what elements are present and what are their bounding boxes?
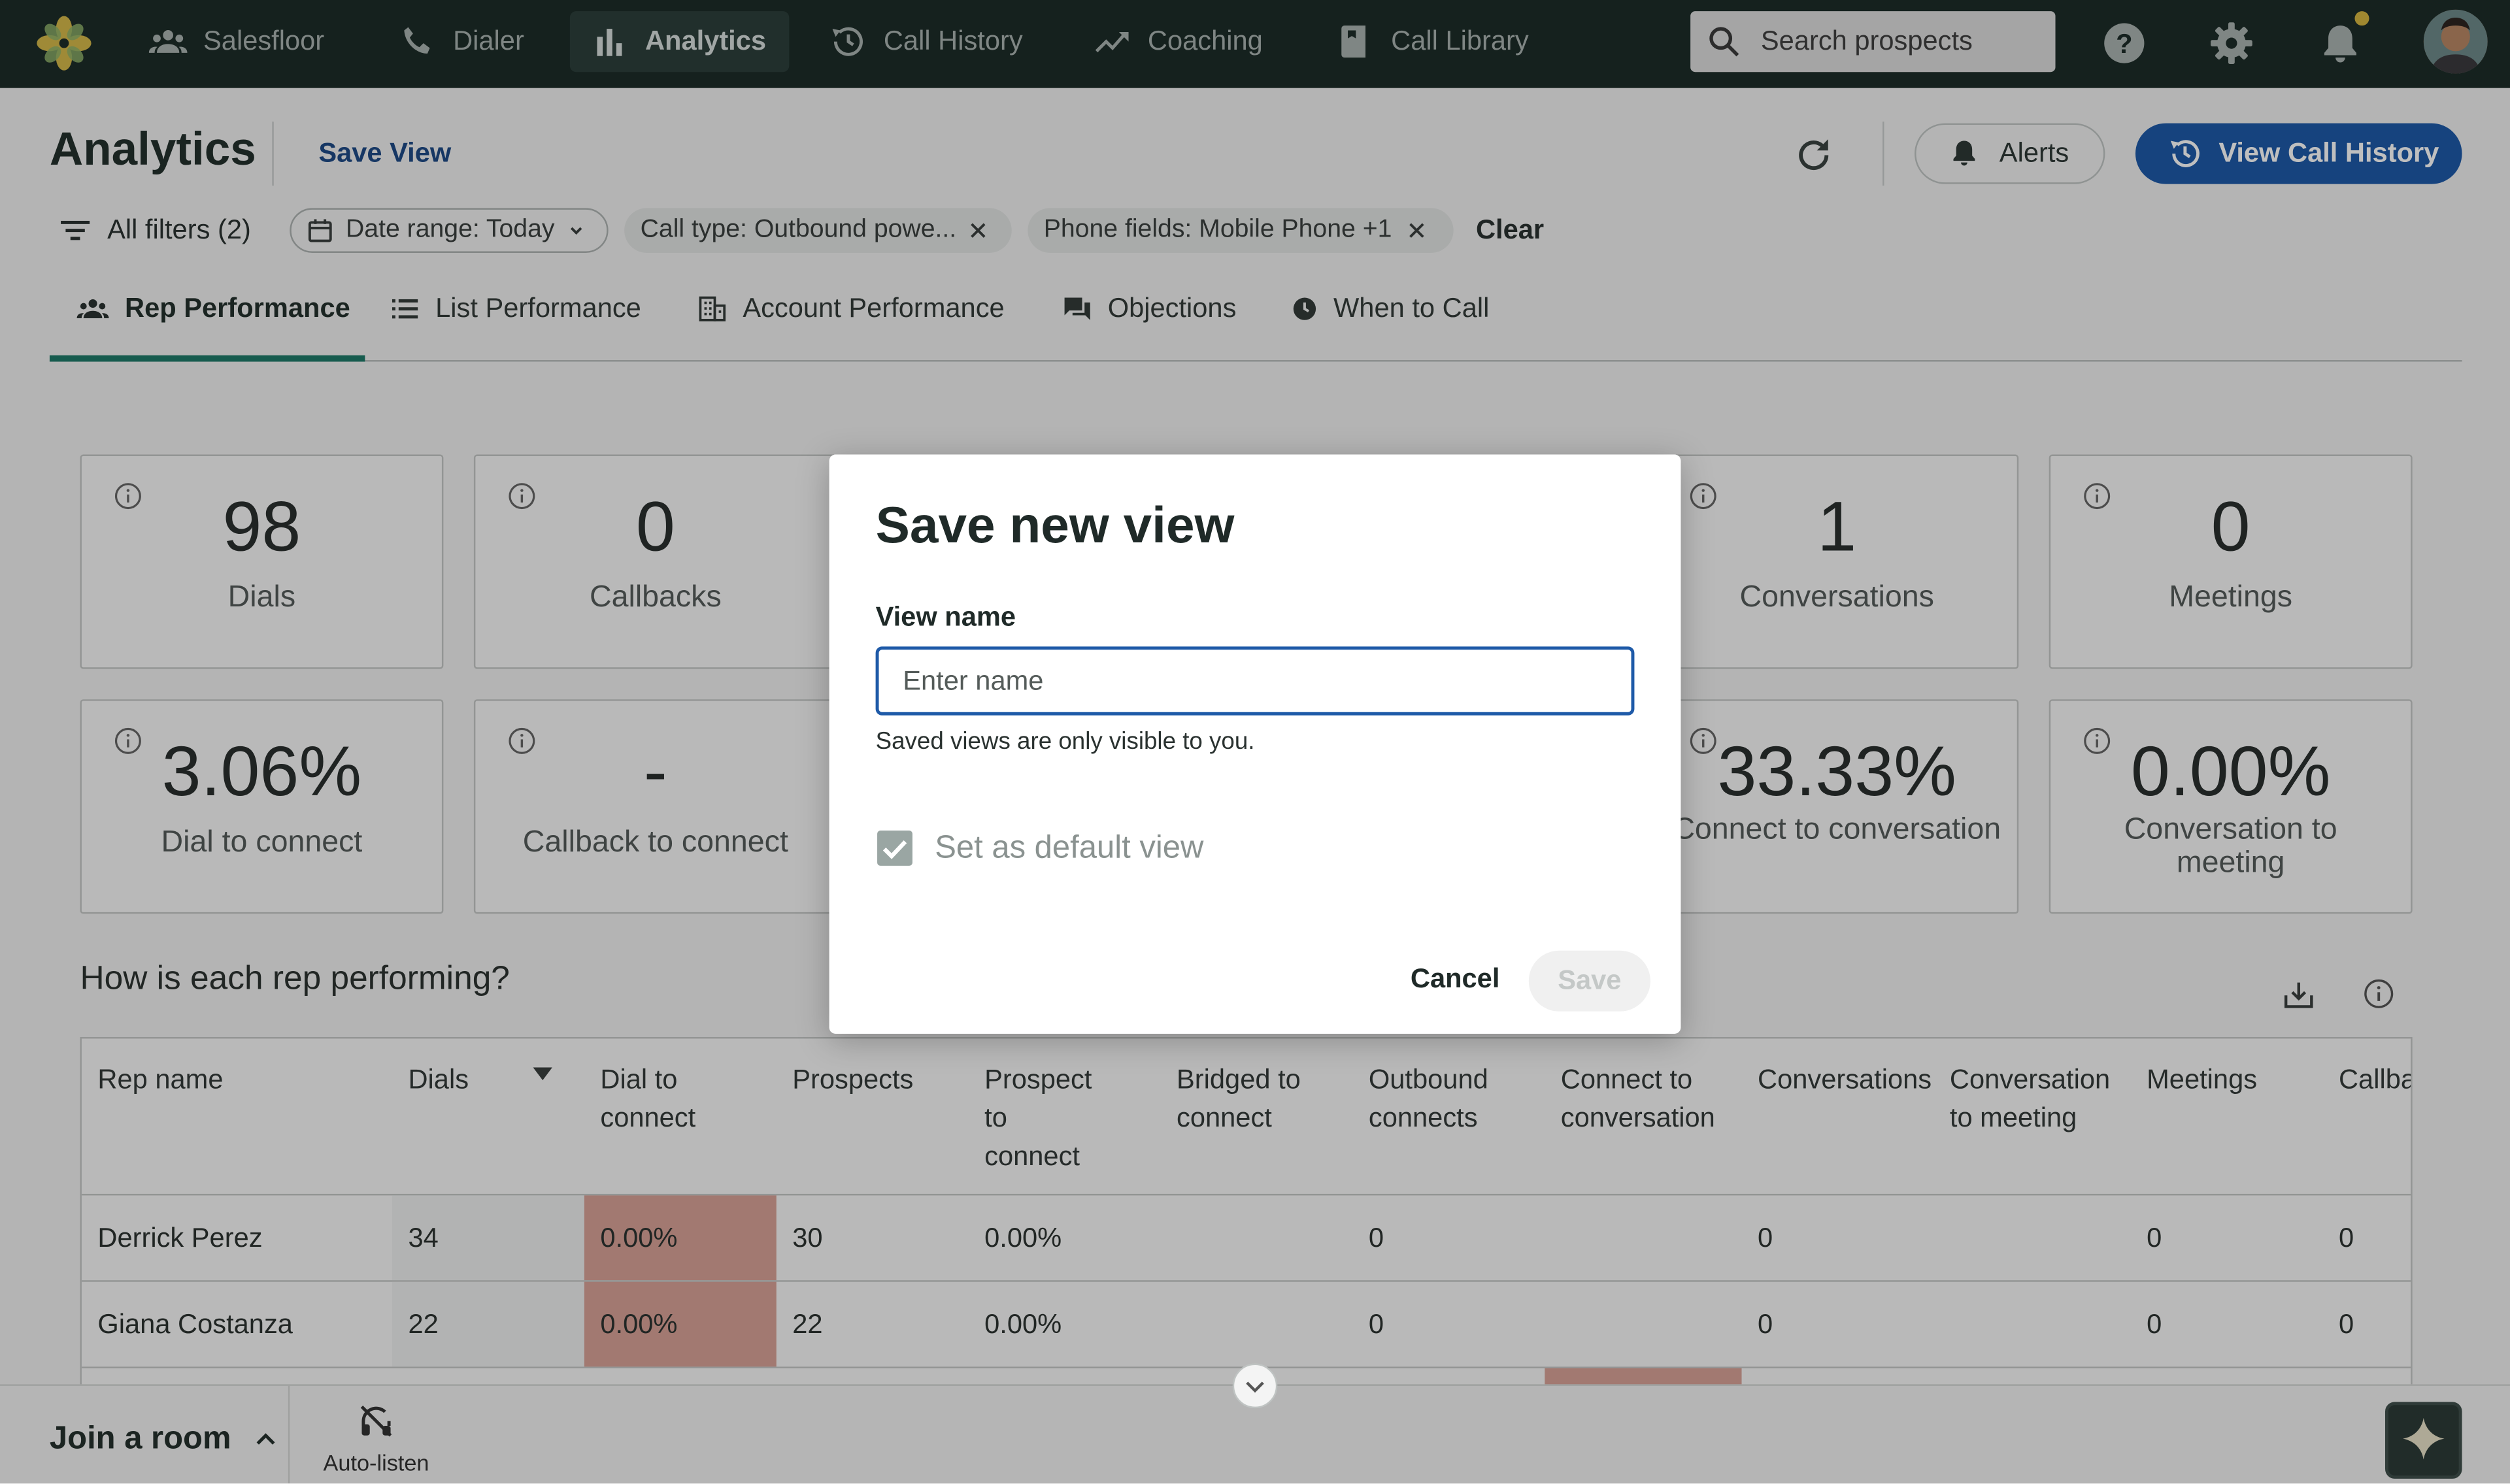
modal-title: Save new view: [875, 496, 1235, 554]
save-view-modal: Save new view View name Saved views are …: [829, 454, 1681, 1034]
app-root: Salesfloor Dialer Analytics Call History…: [0, 0, 2510, 1484]
cancel-button[interactable]: Cancel: [1391, 955, 1519, 1003]
view-name-input[interactable]: [875, 646, 1635, 716]
save-button[interactable]: Save: [1528, 950, 1650, 1012]
scroll-down-icon[interactable]: [1232, 1363, 1278, 1409]
view-name-label: View name: [875, 601, 1016, 633]
default-view-label[interactable]: Set as default view: [935, 831, 1203, 867]
helper-text: Saved views are only visible to you.: [875, 728, 1255, 755]
default-view-checkbox[interactable]: [876, 829, 914, 868]
